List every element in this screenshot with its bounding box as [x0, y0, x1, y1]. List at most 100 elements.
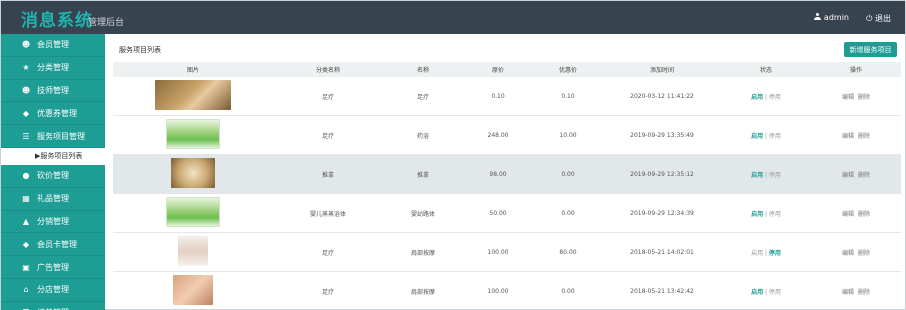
logout-button[interactable]: ⏻ 退出 — [866, 13, 891, 24]
name-cell: 婴幼路体 — [410, 210, 435, 218]
edit-link[interactable]: 编辑 — [842, 94, 854, 101]
action-cell: 编辑 删除 — [811, 248, 901, 257]
discount-cell: 0.00 — [561, 287, 575, 295]
delete-link[interactable]: 删除 — [858, 289, 870, 296]
enable-link[interactable]: 启用 — [751, 133, 763, 140]
table-row: 足疗 足疗 0.10 0.10 2020-03-12 11:41:22 启用 | 停用 编辑… — [113, 77, 901, 116]
table-row: 推拿 推拿 98.00 0.00 2019-09-29 12:35:12 启用 | 停用编… — [113, 155, 901, 194]
name-cell: 肩部按摩 — [410, 288, 435, 296]
sidebar: ☻ 会员管理 ★ 分类管理 ☻ 技师管理 ◆ 优惠券管理 ☰ 服务项目管理 ▶服务项目列表 ● 砍价管理… — [1, 34, 105, 310]
service-image — [166, 197, 220, 227]
table-row: 足疗 肩部按摩 100.00 80.00 2018-05-21 14:02:01 启用 |… — [113, 233, 901, 272]
page-title: 服务项目列表 — [119, 46, 161, 54]
column-header: 状态 — [759, 67, 772, 74]
status-cell: 启用 | 停用 — [721, 248, 811, 257]
sidebar-item[interactable]: ▦ 礼品管理 — [1, 188, 105, 211]
column-header: 添加时间 — [649, 67, 674, 74]
user-menu[interactable]: admin — [813, 13, 849, 22]
sidebar-item-label: 优惠券管理 — [37, 108, 77, 118]
disable-link[interactable]: 停用 — [769, 94, 781, 101]
sidebar-item[interactable]: ▣ 广告管理 — [1, 256, 105, 279]
price-cell: 248.00 — [487, 131, 509, 139]
thumbnail-cell — [113, 275, 273, 307]
app-window: 消息系统 管理后台 admin ⏻ 退出 ☻ 会员管理 ★ 分类管理 ☻ 技师管理 ◆ 优惠券… — [0, 0, 906, 310]
category-cell: 足疗 — [321, 132, 334, 140]
time-cell: 2018-05-21 13:42:42 — [630, 287, 694, 295]
sidebar-item[interactable]: ☻ 会员管理 — [1, 34, 105, 57]
table-header: 图片 分类名称 名称 原价 优惠价 添加时间 状态 操作 — [113, 62, 901, 77]
time-cell: 2019-09-29 13:35:49 — [630, 131, 694, 139]
sidebar-item[interactable]: ★ 分类管理 — [1, 57, 105, 80]
column-header: 分类名称 — [315, 67, 340, 74]
enable-link[interactable]: 启用 — [751, 250, 763, 257]
user-icon: ☻ — [21, 85, 31, 95]
price-cell: 98.00 — [489, 170, 507, 178]
edit-link[interactable]: 编辑 — [842, 250, 854, 257]
brand-logo: 消息系统 — [21, 11, 93, 31]
sidebar-item[interactable]: ⌂ 分店管理 — [1, 279, 105, 302]
enable-link[interactable]: 启用 — [751, 289, 763, 296]
disable-link[interactable]: 停用 — [769, 250, 781, 257]
delete-link[interactable]: 删除 — [858, 94, 870, 101]
sidebar-item[interactable]: ☰订单管理 — [1, 302, 105, 310]
sidebar-item-label: 分类管理 — [37, 63, 69, 73]
table-body: 足疗 足疗 0.10 0.10 2020-03-12 11:41:22 启用 | 停用 编辑… — [113, 77, 901, 310]
disable-link[interactable]: 停用 — [769, 289, 781, 296]
bank-icon: ▲ — [22, 216, 30, 226]
price-cell: 100.00 — [487, 287, 509, 295]
name-cell: 肩部按摩 — [410, 249, 435, 257]
sidebar-item[interactable]: ◆ 优惠券管理 — [1, 102, 105, 126]
sidebar-item-label: 礼品管理 — [37, 194, 69, 204]
sidebar-item[interactable]: ▲ 分销管理 — [1, 211, 105, 234]
sidebar-item[interactable]: ☰ 服务项目管理 — [1, 125, 105, 148]
sidebar-item[interactable]: ◆ 会员卡管理 — [1, 233, 105, 257]
category-cell: 足疗 — [321, 93, 334, 101]
discount-cell: 0.00 — [561, 170, 575, 178]
top-bar: 消息系统 管理后台 admin ⏻ 退出 — [1, 1, 905, 34]
add-service-button[interactable]: 新增服务项目 — [844, 42, 897, 57]
status-cell: 启用 | 停用 — [721, 92, 811, 101]
disable-link[interactable]: 停用 — [769, 133, 781, 140]
enable-link[interactable]: 启用 — [751, 94, 763, 101]
user-icon — [813, 13, 821, 20]
category-cell: 婴儿蒸蒸浴体 — [309, 210, 346, 218]
table-row: 足疗 药浴 248.00 10.00 2019-09-29 13:35:49 启用 | 停… — [113, 116, 901, 155]
enable-link[interactable]: 启用 — [751, 172, 763, 179]
disable-link[interactable]: 停用 — [769, 211, 781, 218]
disable-link[interactable]: 停用 — [769, 172, 781, 179]
tag-icon: ◆ — [22, 239, 30, 249]
edit-link[interactable]: 编辑 — [842, 289, 854, 296]
price-cell: 50.00 — [489, 209, 507, 217]
status-cell: 启用 | 停用 — [721, 170, 811, 179]
delete-link[interactable]: 删除 — [858, 211, 870, 218]
service-table: 图片 分类名称 名称 原价 优惠价 添加时间 状态 操作 足疗 足疗 0.10 0.10 2020-0… — [113, 62, 901, 310]
discount-cell: 0.00 — [561, 209, 575, 217]
time-cell: 2018-05-21 14:02:01 — [630, 248, 694, 256]
delete-link[interactable]: 删除 — [858, 172, 870, 179]
enable-link[interactable]: 启用 — [751, 211, 763, 218]
delete-link[interactable]: 删除 — [858, 250, 870, 257]
sidebar-item-label: 砍价管理 — [37, 171, 69, 181]
sidebar-subitem-service-list[interactable]: ▶服务项目列表 — [1, 147, 105, 165]
edit-link[interactable]: 编辑 — [842, 172, 854, 179]
action-cell: 编辑 删除 — [811, 287, 901, 296]
service-image — [171, 158, 215, 188]
discount-cell: 10.00 — [559, 131, 577, 139]
thumbnail-cell — [113, 236, 273, 268]
table-row: 足疗 肩部按摩 100.00 0.00 2018-05-21 13:42:42 启用 | … — [113, 272, 901, 310]
category-cell: 推拿 — [321, 171, 334, 179]
sidebar-item[interactable]: ● 砍价管理 — [1, 165, 105, 188]
thumbnail-cell — [113, 197, 273, 229]
grid-icon: ▦ — [22, 194, 30, 204]
user-icon: ☻ — [21, 40, 31, 50]
sidebar-item[interactable]: ☻ 技师管理 — [1, 80, 105, 103]
status-cell: 启用 | 停用 — [721, 287, 811, 296]
delete-link[interactable]: 删除 — [858, 133, 870, 140]
edit-link[interactable]: 编辑 — [842, 133, 854, 140]
sidebar-item-label: 会员卡管理 — [37, 239, 77, 249]
price-cell: 0.10 — [491, 92, 505, 100]
edit-link[interactable]: 编辑 — [842, 211, 854, 218]
sidebar-item-label: 分店管理 — [37, 285, 69, 295]
time-cell: 2020-03-12 11:41:22 — [630, 92, 694, 100]
sidebar-item-label: 技师管理 — [37, 85, 69, 95]
